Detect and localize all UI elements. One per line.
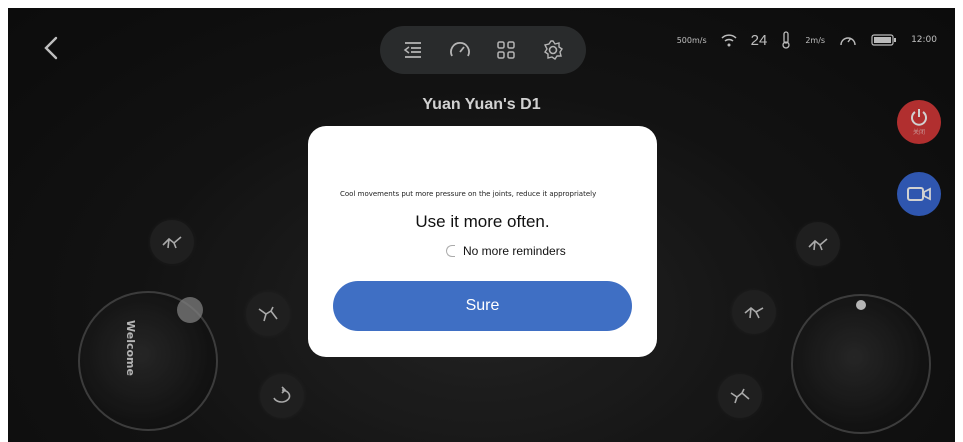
warning-dialog: Cool movements put more pressure on the … — [308, 126, 657, 357]
checkbox-icon[interactable] — [446, 245, 455, 257]
dialog-warning-text: Cool movements put more pressure on the … — [340, 190, 597, 198]
no-more-reminders-checkbox[interactable]: No more reminders — [446, 244, 566, 258]
sure-button[interactable]: Sure — [333, 281, 632, 331]
robot-control-screen: 500m/s 24 2m/s 12:00 Yuan Yuan's D1 关闭 W… — [8, 8, 955, 442]
dialog-headline: Use it more often. — [415, 212, 550, 231]
checkbox-label: No more reminders — [463, 244, 566, 258]
